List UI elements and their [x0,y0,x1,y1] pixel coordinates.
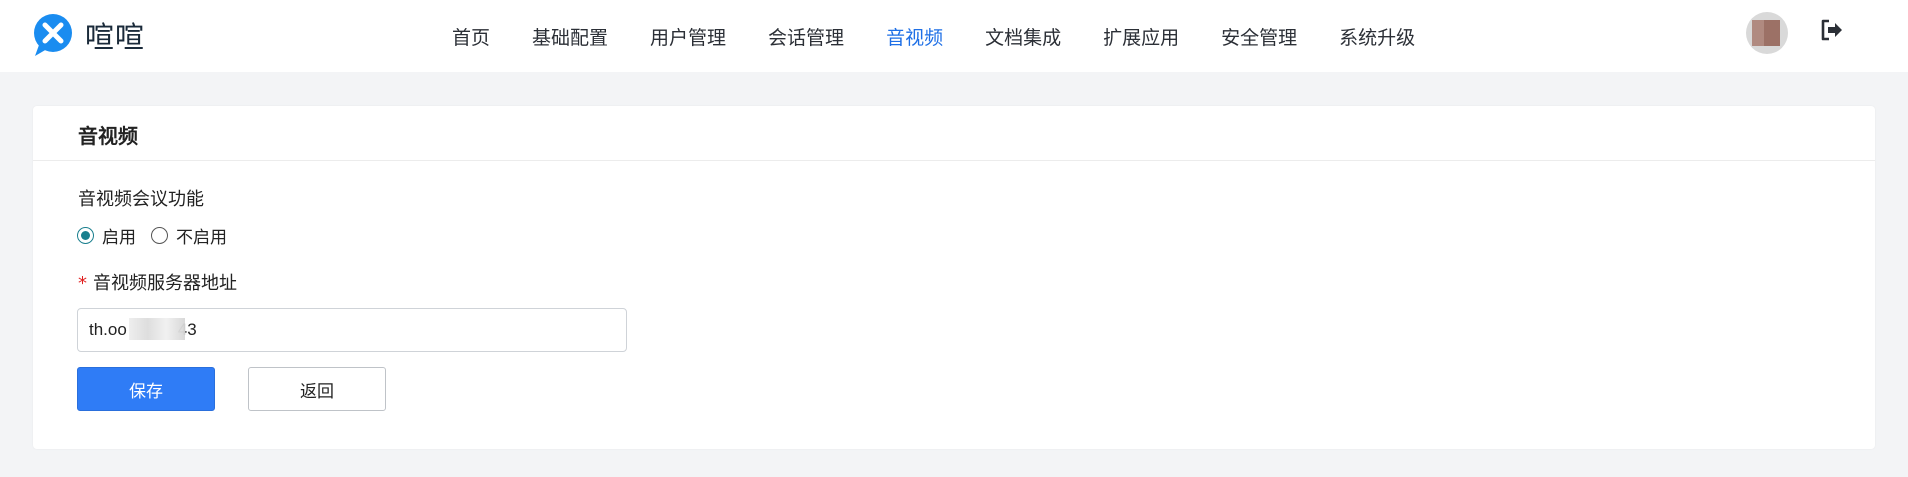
nav-item-user-management[interactable]: 用户管理 [650,23,726,50]
radio-disable-label[interactable]: 不启用 [176,223,227,248]
save-button[interactable]: 保存 [77,367,215,411]
logo-icon [31,13,75,57]
nav-item-security[interactable]: 安全管理 [1221,23,1297,50]
user-avatar[interactable] [1746,12,1788,54]
card-title: 音视频 [78,124,138,148]
nav-item-basic-config[interactable]: 基础配置 [532,23,608,50]
logout-icon[interactable] [1818,16,1846,44]
nav-item-extensions[interactable]: 扩展应用 [1103,23,1179,50]
radio-disable[interactable] [151,227,168,244]
card-header: 音视频 [33,106,1875,161]
nav-item-home[interactable]: 首页 [452,23,490,50]
conference-feature-label: 音视频会议功能 [78,189,204,210]
nav-item-chat-management[interactable]: 会话管理 [768,23,844,50]
nav-item-doc-integration[interactable]: 文档集成 [985,23,1061,50]
redaction-blur [129,318,185,340]
server-address-label-text: 音视频服务器地址 [93,273,237,294]
app-logo[interactable]: 喧喧 [31,13,145,57]
main-nav: 首页 基础配置 用户管理 会话管理 音视频 文档集成 扩展应用 安全管理 系统升… [452,0,1457,72]
top-header: 喧喧 首页 基础配置 用户管理 会话管理 音视频 文档集成 扩展应用 安全管理 … [0,0,1908,72]
conference-radio-group: 启用 不启用 [77,223,242,248]
settings-card: 音视频 音视频会议功能 启用 不启用 * 音视频服务器地址 保存 返回 [33,106,1875,449]
radio-enable-label[interactable]: 启用 [102,223,136,248]
back-button[interactable]: 返回 [248,367,386,411]
nav-item-audio-video[interactable]: 音视频 [886,23,943,50]
nav-item-system-upgrade[interactable]: 系统升级 [1339,23,1415,50]
app-name: 喧喧 [85,20,146,54]
required-mark: * [78,273,87,294]
radio-enable[interactable] [77,227,94,244]
server-address-label: * 音视频服务器地址 [78,269,237,295]
